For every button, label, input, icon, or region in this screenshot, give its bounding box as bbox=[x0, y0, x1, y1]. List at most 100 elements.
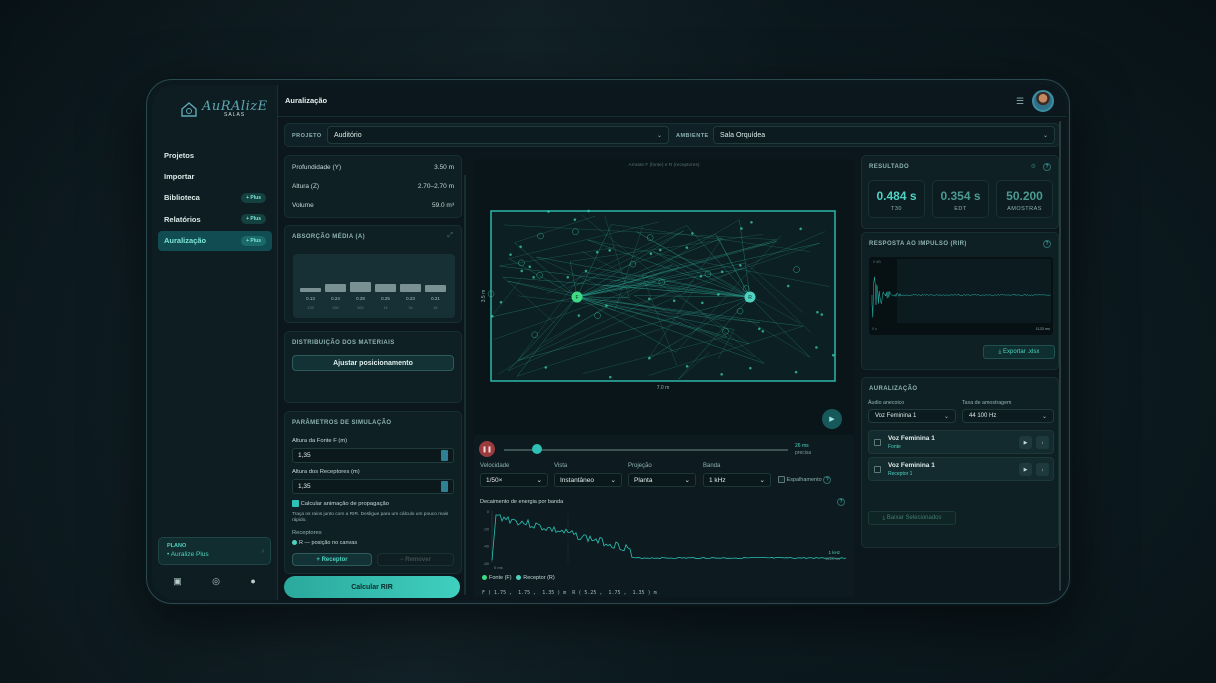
environment-select[interactable]: Sala Orquídea ⌄ bbox=[713, 126, 1055, 144]
ray-particle bbox=[815, 346, 818, 349]
remove-receiver-button[interactable]: − Remover bbox=[377, 553, 454, 566]
settings-icon[interactable]: ⚙ bbox=[1031, 163, 1036, 170]
play-icon[interactable]: ▶ bbox=[1019, 463, 1032, 476]
instagram-icon[interactable]: ◎ bbox=[212, 576, 220, 587]
absorption-bar-label: 2k bbox=[408, 306, 413, 310]
source-dot-icon bbox=[482, 575, 487, 581]
absorption-bar bbox=[375, 283, 396, 292]
time-sub: precisa bbox=[795, 449, 812, 456]
sidebar-item-projetos[interactable]: Projetos bbox=[158, 145, 272, 165]
scatter-checkbox[interactable] bbox=[778, 476, 785, 484]
help-icon[interactable]: ? bbox=[823, 476, 832, 484]
plan-card[interactable]: PLANO • Auralize Plus › bbox=[158, 537, 271, 565]
help-icon[interactable]: ? bbox=[1043, 240, 1051, 248]
plan-label: PLANO bbox=[167, 543, 187, 549]
stepper-icon[interactable] bbox=[441, 450, 448, 461]
main-scrollbar[interactable] bbox=[1059, 121, 1061, 591]
ray-particle bbox=[499, 300, 503, 304]
download-icon[interactable]: ↓ bbox=[1036, 463, 1049, 476]
audio-value: Voz Feminina 1 bbox=[875, 413, 917, 419]
animate-option[interactable]: Calcular animação de propagação bbox=[292, 500, 389, 507]
stepper-icon[interactable] bbox=[441, 481, 448, 492]
export-xlsx-button[interactable]: ⤓ Exportar .xlsx bbox=[983, 345, 1055, 359]
ray-particle bbox=[566, 275, 570, 279]
speed-select[interactable]: 1/50× ⌄ bbox=[480, 473, 548, 487]
ray-particle bbox=[750, 220, 753, 224]
stat-t30: 0.484 s T30 bbox=[868, 180, 925, 218]
project-select[interactable]: Auditório ⌄ bbox=[327, 126, 669, 144]
view-select[interactable]: Instantâneo ⌄ bbox=[554, 473, 622, 487]
project-bar: PROJETO Auditório ⌄ AMBIENTE Sala Orquíde… bbox=[284, 123, 1060, 147]
calculate-rir-button[interactable]: Calcular RIR bbox=[284, 576, 460, 598]
audio-label: Áudio anecoico bbox=[868, 400, 905, 406]
pause-button[interactable]: ❚❚ bbox=[479, 441, 495, 457]
linkedin-icon[interactable]: ▣ bbox=[173, 576, 182, 587]
receiver-dot-icon bbox=[292, 540, 297, 546]
adjust-position-button[interactable]: Ajustar posicionamento bbox=[292, 355, 454, 371]
band-value: 1 kHz bbox=[709, 476, 726, 484]
simulation-card: PARÂMETROS DE SIMULAÇÃO Altura da Fonte … bbox=[284, 411, 462, 574]
speed-value: 1/50× bbox=[486, 476, 503, 484]
absorption-bar-label: 500 bbox=[357, 306, 364, 310]
audio-item-source[interactable]: Voz Feminina 1 Fonte ▶ ↓ bbox=[868, 430, 1054, 454]
ray-particle bbox=[700, 301, 704, 305]
receiver-list-item[interactable]: R — posição no canvas bbox=[292, 540, 357, 546]
ray-particle bbox=[605, 304, 608, 307]
band-select[interactable]: 1 kHz ⌄ bbox=[703, 473, 771, 487]
audio-item-checkbox[interactable] bbox=[874, 439, 881, 446]
timeline-track[interactable] bbox=[504, 449, 788, 451]
time-readout: 26 ms precisa bbox=[795, 443, 811, 456]
absorption-bar bbox=[300, 287, 321, 292]
stat-unit: EDT bbox=[954, 206, 967, 212]
sidebar-item-label: Projetos bbox=[164, 150, 195, 160]
expand-icon[interactable]: ⤢ bbox=[447, 232, 453, 240]
rir-x-end: 1133 ms bbox=[1035, 327, 1050, 331]
plus-badge: + Plus bbox=[241, 214, 266, 225]
sample-rate-label: Taxa de amostragem bbox=[962, 400, 1012, 406]
source-height-input[interactable]: 1,35 bbox=[292, 448, 454, 463]
ray-particle bbox=[691, 232, 694, 235]
room-canvas[interactable]: F R 7.0 m 3.5 m bbox=[474, 159, 854, 435]
sidebar-item-importar[interactable]: Importar bbox=[158, 166, 272, 186]
add-receiver-button[interactable]: + Receptor bbox=[292, 553, 372, 566]
result-title: RESULTADO bbox=[869, 164, 910, 170]
menu-icon[interactable]: ☰ bbox=[1016, 96, 1024, 107]
scatter-option[interactable]: Espalhamento ? bbox=[778, 476, 832, 484]
ray-particle bbox=[490, 314, 494, 318]
ray-particle bbox=[799, 227, 803, 231]
sidebar-item-label: Importar bbox=[164, 171, 195, 181]
absorption-bar-value: 0.28 bbox=[356, 296, 365, 301]
download-icon[interactable]: ↓ bbox=[1036, 436, 1049, 449]
download-selected-button[interactable]: ⤓ Baixar Selecionados bbox=[868, 511, 956, 525]
volume-value: 59.0 m³ bbox=[431, 202, 454, 209]
app-logo[interactable]: AuRAlizE SALAS bbox=[180, 100, 268, 118]
avatar[interactable] bbox=[1032, 90, 1054, 112]
animate-checkbox[interactable] bbox=[292, 500, 299, 507]
ray-particle bbox=[757, 327, 761, 331]
projection-select[interactable]: Planta ⌄ bbox=[628, 473, 696, 487]
stat-samples: 50.200 AMOSTRAS bbox=[996, 180, 1053, 218]
legend-source: Fonte (F) bbox=[489, 575, 512, 581]
audio-item-checkbox[interactable] bbox=[874, 466, 881, 473]
view-value: Instantâneo bbox=[560, 476, 594, 484]
sidebar-item-relatorios[interactable]: Relatórios + Plus bbox=[158, 209, 272, 229]
play-icon[interactable]: ▶ bbox=[1019, 436, 1032, 449]
apple-icon[interactable]: ● bbox=[250, 576, 255, 586]
help-icon[interactable]: ? bbox=[837, 498, 845, 506]
view-label: Vista bbox=[554, 463, 568, 469]
absorption-bar-label: 125 bbox=[307, 306, 314, 310]
timeline-handle[interactable] bbox=[532, 444, 542, 454]
sample-rate-select[interactable]: 44 100 Hz ⌄ bbox=[962, 409, 1054, 423]
sidebar-item-biblioteca[interactable]: Biblioteca + Plus bbox=[158, 188, 272, 208]
decay-legend: Fonte (F) Receptor (R) bbox=[482, 575, 555, 581]
left-scrollbar[interactable] bbox=[464, 175, 466, 595]
audio-select[interactable]: Voz Feminina 1 ⌄ bbox=[868, 409, 956, 423]
auralization-card: AURALIZAÇÃO Áudio anecoico Voz Feminina … bbox=[861, 377, 1059, 548]
help-icon[interactable]: ? bbox=[1043, 163, 1051, 171]
audio-item-receiver[interactable]: Voz Feminina 1 Receptor 1 ▶ ↓ bbox=[868, 457, 1054, 481]
receiver-height-input[interactable]: 1,35 bbox=[292, 479, 454, 494]
sidebar-item-auralizacao[interactable]: Auralização + Plus bbox=[158, 230, 272, 251]
chevron-down-icon: ⌄ bbox=[1041, 413, 1047, 420]
legend-receiver: Receptor (R) bbox=[523, 575, 555, 581]
play-icon[interactable]: ▶ bbox=[822, 409, 842, 429]
